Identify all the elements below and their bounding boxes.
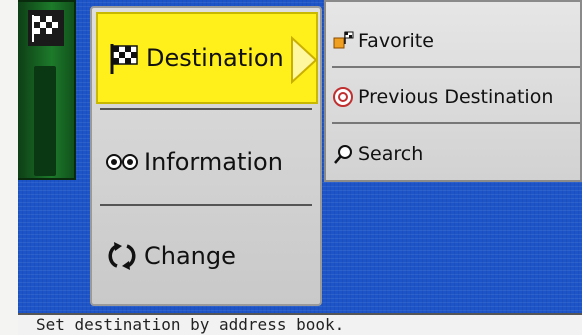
menu-item-destination[interactable]: Destination <box>96 12 318 104</box>
submenu-item-label: Search <box>358 143 424 165</box>
menu-item-label: Change <box>144 242 236 270</box>
side-menu-tab[interactable] <box>18 0 76 180</box>
menu-item-information[interactable]: Information <box>96 116 318 208</box>
menu-divider <box>100 108 312 110</box>
rotate-arrows-icon <box>108 242 136 270</box>
nav-screen: Destination Information Change Favorite … <box>18 0 582 335</box>
menu-item-change[interactable]: Change <box>96 210 318 302</box>
submenu-item-label: Favorite <box>358 30 434 52</box>
main-menu: Destination Information Change <box>90 6 322 306</box>
submenu-item-favorite[interactable]: Favorite <box>332 16 580 68</box>
eyes-icon <box>106 154 138 170</box>
status-bar: Set destination by address book. <box>18 313 582 335</box>
menu-item-label: Destination <box>146 44 284 72</box>
menu-divider <box>100 204 312 206</box>
menu-item-label: Information <box>144 148 283 176</box>
search-icon <box>334 145 352 164</box>
checkered-flag-icon <box>28 10 64 46</box>
submenu-item-label: Previous Destination <box>358 86 554 108</box>
status-message: Set destination by address book. <box>36 315 345 334</box>
submenu-item-search[interactable]: Search <box>332 128 580 180</box>
destination-submenu: Favorite Previous Destination Search <box>324 0 582 182</box>
side-tab-panel <box>34 66 56 176</box>
previous-destination-icon <box>333 87 353 107</box>
chevron-right-icon <box>291 36 318 84</box>
favorite-flag-icon <box>333 31 354 49</box>
checkered-flag-icon <box>110 44 138 74</box>
submenu-item-previous-destination[interactable]: Previous Destination <box>332 72 580 124</box>
